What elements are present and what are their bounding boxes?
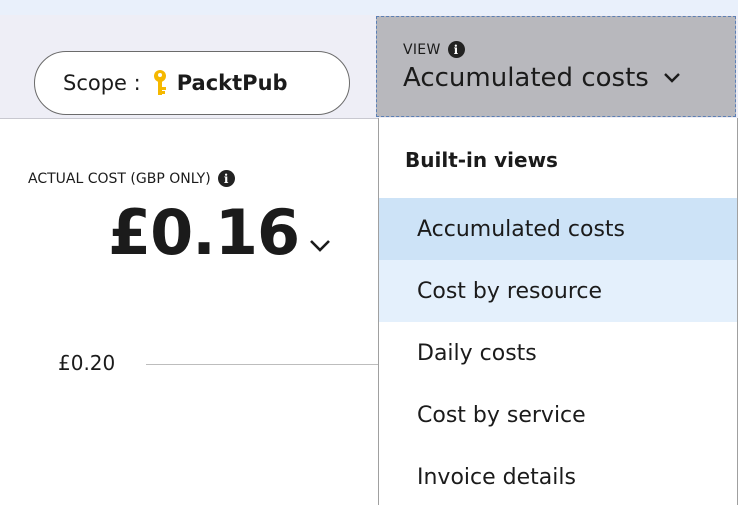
key-icon: [151, 69, 169, 97]
scope-label: Scope :: [63, 71, 141, 95]
info-icon: i: [217, 170, 235, 187]
view-value: Accumulated costs: [403, 63, 681, 93]
view-caption: VIEW i: [403, 41, 465, 58]
menu-item-label: Accumulated costs: [417, 216, 625, 242]
view-caption-text: VIEW: [403, 41, 441, 58]
view-value-text: Accumulated costs: [403, 63, 649, 93]
menu-item-label: Cost by resource: [417, 278, 603, 304]
top-strip: [0, 0, 738, 15]
menu-item-daily-costs[interactable]: Daily costs: [379, 322, 737, 384]
dropdown-heading: Built-in views: [405, 148, 558, 172]
menu-item-cost-by-service[interactable]: Cost by service: [379, 384, 737, 446]
menu-item-label: Cost by service: [417, 402, 586, 428]
chevron-down-icon: [663, 73, 680, 83]
menu-item-cost-by-resource[interactable]: Cost by resource: [379, 260, 737, 322]
chart-gridline: [146, 364, 378, 365]
menu-item-accumulated-costs[interactable]: Accumulated costs: [379, 198, 737, 260]
view-dropdown-menu: Built-in views Accumulated costs Cost by…: [378, 118, 738, 505]
chevron-down-icon: [310, 240, 331, 252]
actual-cost-label-text: ACTUAL COST (GBP ONLY): [28, 170, 211, 187]
actual-cost-value: £0.16: [108, 196, 300, 269]
view-selector[interactable]: VIEW i Accumulated costs: [376, 16, 736, 117]
info-icon: i: [447, 41, 465, 58]
scope-button[interactable]: Scope : PacktPub: [34, 51, 350, 115]
scope-value: PacktPub: [176, 71, 288, 95]
actual-cost-amount[interactable]: £0.16: [108, 196, 331, 269]
menu-item-invoice-details[interactable]: Invoice details: [379, 446, 737, 508]
chart-y-tick: £0.20: [58, 351, 116, 375]
menu-item-label: Daily costs: [417, 340, 537, 366]
menu-item-label: Invoice details: [417, 464, 576, 490]
actual-cost-label: ACTUAL COST (GBP ONLY) i: [28, 170, 235, 187]
